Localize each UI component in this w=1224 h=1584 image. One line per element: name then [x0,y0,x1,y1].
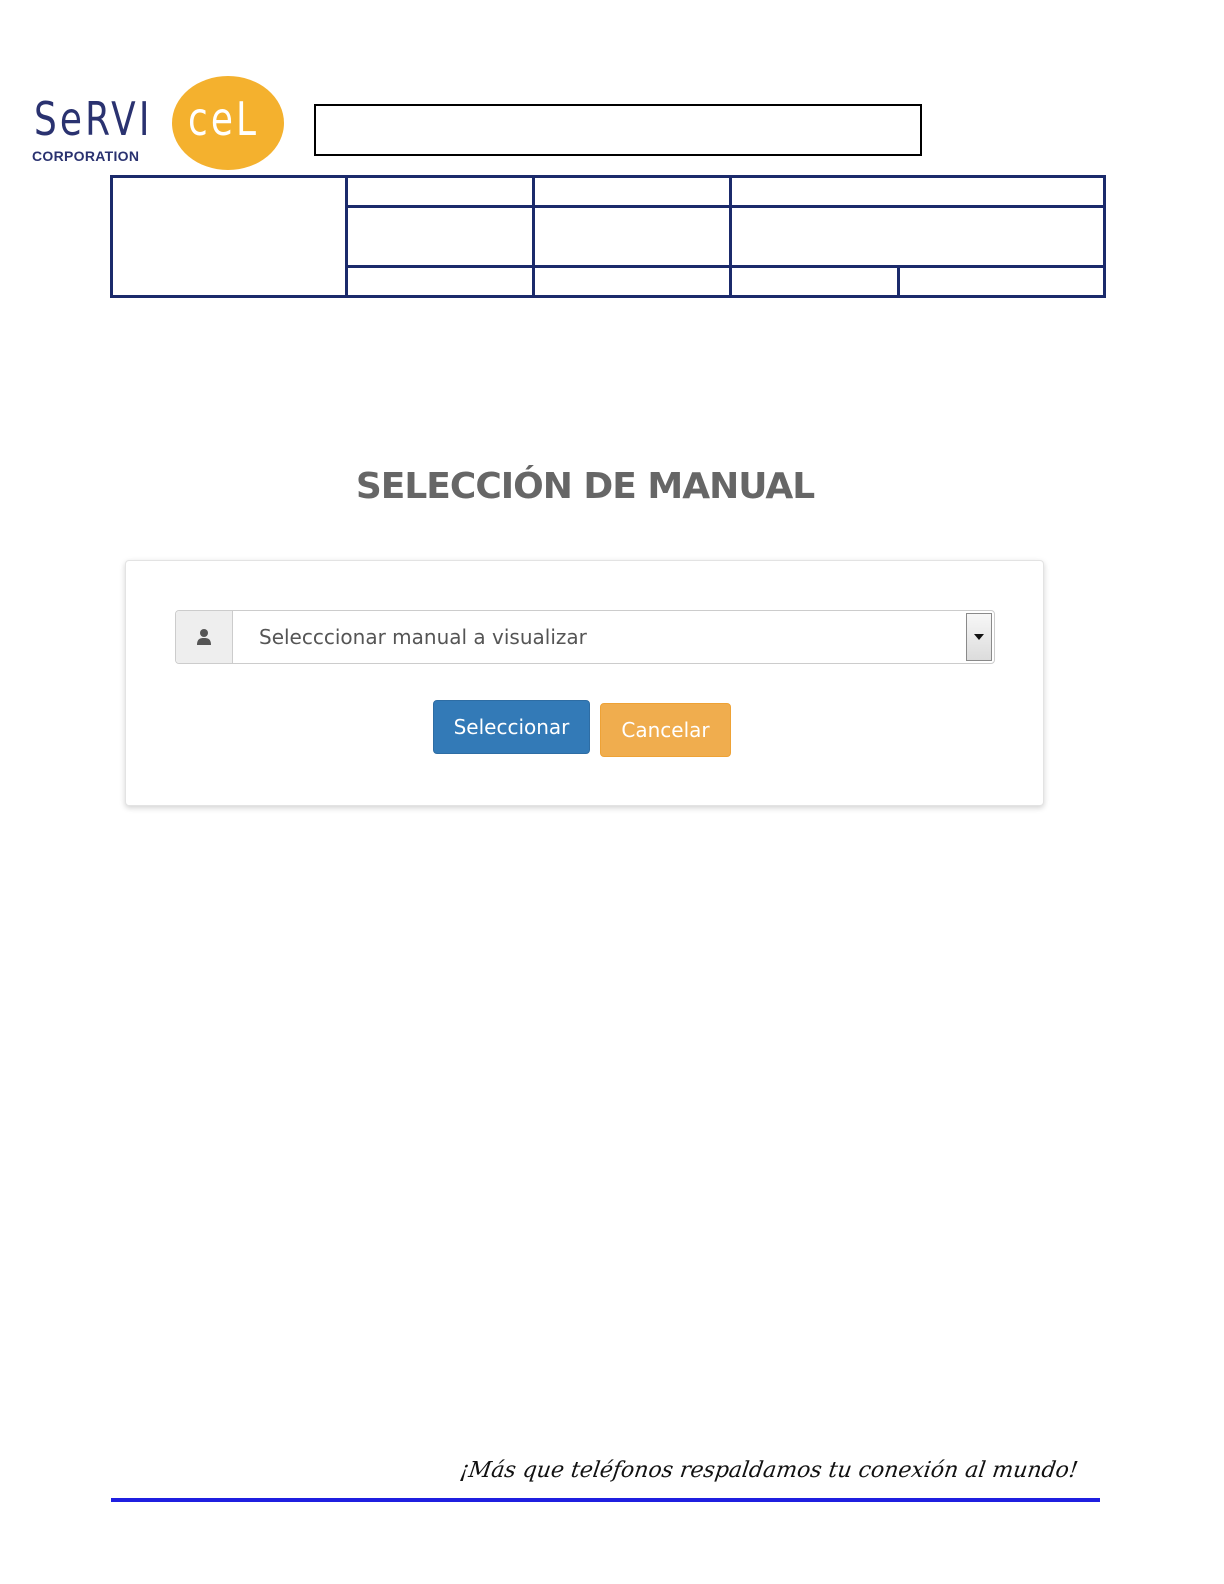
header-cell [532,265,732,298]
header-cell [729,175,1106,208]
servicel-logo: SeRVI ceL CORPORATION [30,74,290,174]
page-title: SELECCIÓN DE MANUAL [355,466,815,507]
header-cell [110,175,348,298]
chevron-down-icon[interactable] [966,613,992,661]
header-cell [729,265,900,298]
header-info-table [110,175,1106,298]
header-cell [345,265,535,298]
header-title-box [314,104,922,156]
manual-selection-card: Selecccionar manual a visualizar Selecci… [125,560,1044,806]
manual-select-value[interactable]: Selecccionar manual a visualizar [233,611,966,663]
user-icon [176,611,233,663]
cancel-button[interactable]: Cancelar [600,703,731,757]
header-cell [532,175,732,208]
footer-slogan: ¡Más que teléfonos respaldamos tu conexi… [458,1458,1080,1483]
footer-divider [111,1498,1100,1502]
header-cell [532,205,732,268]
header-cell [897,265,1106,298]
header-cell [345,175,535,208]
logo-text-serv: SeRVI [34,92,153,146]
header-cell [345,205,535,268]
manual-select[interactable]: Selecccionar manual a visualizar [175,610,995,664]
header-cell [729,205,1106,268]
logo-text-corporation: CORPORATION [32,148,140,164]
select-button[interactable]: Seleccionar [433,700,590,754]
logo-text-cel: ceL [188,92,260,146]
